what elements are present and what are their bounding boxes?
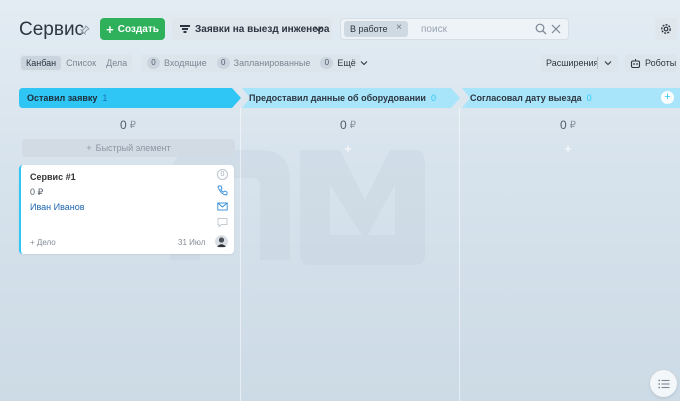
list-icon [657,379,669,388]
card-activity-counter: 0 [217,169,228,180]
stage-header-2[interactable]: Предоставил данные об оборудовании 0 [241,88,459,108]
page-title: Сервис [19,19,85,40]
deal-card[interactable]: Сервис #1 0 ₽ Иван Иванов 0 + Дело 31 Ию… [19,165,234,254]
stage-sum-1: 0 ₽ [108,117,148,133]
filter-chip-label: В работе [350,24,388,34]
view-list[interactable]: Список [61,58,101,68]
currency: ₽ [349,119,357,131]
counter-incoming[interactable]: 0 Входящие [147,57,207,69]
view-kanban[interactable]: Канбан [21,56,62,70]
create-button[interactable]: + Создать [100,18,165,40]
funnel-icon [180,25,190,33]
filter-chip[interactable]: В работе × [344,21,408,37]
counter-bar: 0 Входящие 0 Запланированные 0 Ещё [141,54,368,72]
counter-badge: 0 [320,57,334,69]
settings-button[interactable] [655,18,677,40]
counter-label: Ещё [337,58,356,68]
plus-icon: + [86,143,92,153]
card-date: 31 Июл [178,238,206,247]
stage-header-1[interactable]: Оставил заявку 1 [19,88,240,108]
quick-add-button[interactable]: + Быстрый элемент [22,139,235,157]
stage-header-3[interactable]: Согласовал дату выезда 0 [462,88,680,108]
phone-icon[interactable] [217,185,228,196]
counter-more[interactable]: 0 Ещё [320,57,368,69]
add-item-icon[interactable]: + [562,142,574,155]
page-header: Сервис + Создать Заявки на выезд инженер… [0,0,680,54]
quick-add-label: Быстрый элемент [95,143,171,153]
stage-sum-3: 0 ₽ [548,117,588,133]
avatar[interactable] [215,235,228,248]
robots-label: Роботы [645,58,677,68]
card-price: 0 ₽ [30,187,44,197]
extensions-button[interactable]: Расширения [541,54,618,72]
chevron-down-icon [360,61,368,66]
counter-planned[interactable]: 0 Запланированные [216,57,311,69]
stage-title: Согласовал дату выезда [470,93,582,103]
stage-count: 1 [102,93,108,103]
search-box[interactable]: В работе × поиск [340,18,569,40]
add-activity-link[interactable]: + Дело [30,238,56,247]
create-label: Создать [117,23,159,35]
currency: ₽ [569,119,577,131]
stage-sum-2: 0 ₽ [328,117,368,133]
pipeline-select[interactable]: Заявки на выезд инженера [172,18,332,40]
search-icon[interactable] [535,23,547,35]
stage-count: 0 [430,93,436,103]
divider [597,57,598,69]
chevron-down-icon [314,26,323,32]
stage-title: Предоставил данные об оборудовании [249,93,426,103]
gear-icon [661,24,671,34]
sum-value: 0 [339,118,347,132]
sum-value: 0 [559,118,567,132]
column-divider [240,108,241,401]
currency: ₽ [129,119,137,131]
counter-badge: 0 [216,57,230,69]
counter-badge: 0 [147,57,160,69]
counter-label: Входящие [164,58,207,68]
card-client-link[interactable]: Иван Иванов [30,202,85,212]
robots-button[interactable]: Роботы [625,54,677,72]
chat-icon[interactable] [217,217,228,228]
search-input[interactable]: поиск [421,24,447,35]
counter-label: Запланированные [233,58,311,68]
chevron-down-icon[interactable] [604,59,612,67]
add-item-icon[interactable]: + [342,142,354,155]
view-switcher: Канбан Список Дела [19,54,132,72]
column-divider [459,108,460,401]
robot-icon [630,58,641,68]
mail-icon[interactable] [217,201,228,212]
view-activities[interactable]: Дела [101,58,132,68]
plus-icon: + [106,21,114,37]
stage-count: 0 [586,93,592,103]
stage-title: Оставил заявку [27,93,98,103]
close-icon[interactable]: × [396,22,402,33]
pin-icon[interactable] [80,25,90,35]
card-title[interactable]: Сервис #1 [30,172,76,182]
feed-button[interactable] [650,370,677,397]
clear-icon[interactable] [551,24,561,34]
sum-value: 0 [119,118,127,132]
add-stage-button[interactable]: + [661,91,674,104]
pipeline-label: Заявки на выезд инженера [195,23,330,35]
extensions-label: Расширения [546,58,599,68]
